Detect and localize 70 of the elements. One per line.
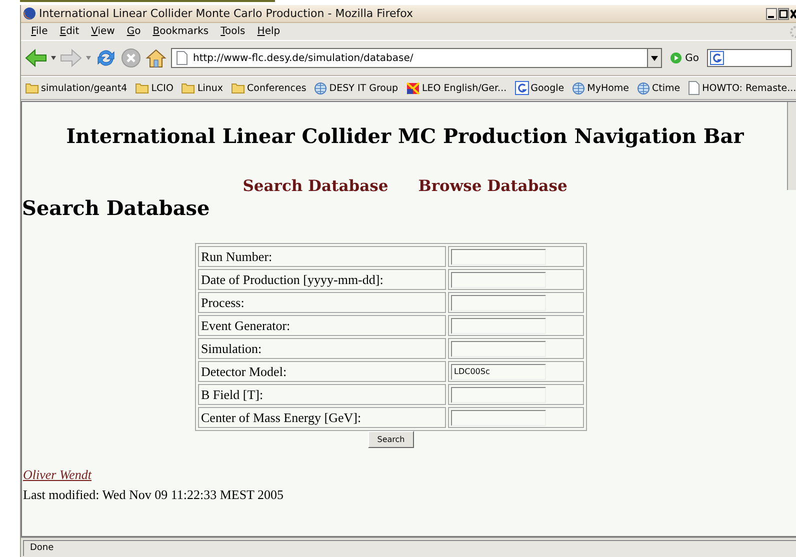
field-label: Run Number:	[198, 246, 446, 267]
field-label: Event Generator:	[198, 315, 446, 336]
globe-icon	[637, 82, 650, 94]
field-label: Detector Model:	[198, 361, 446, 382]
input-field[interactable]	[451, 386, 546, 402]
menu-item[interactable]: File	[25, 25, 54, 38]
stop-icon[interactable]	[121, 48, 141, 68]
input-field[interactable]	[451, 410, 546, 426]
bookmark-item[interactable]: MyHome	[572, 82, 630, 94]
input-field[interactable]: LDC00Sc	[451, 364, 546, 380]
status-text: Done	[23, 540, 796, 556]
address-dropdown[interactable]	[647, 48, 662, 68]
home-icon[interactable]	[145, 47, 167, 69]
globe-icon	[572, 82, 586, 94]
google-icon	[710, 51, 724, 65]
bookmark-item[interactable]: DESY IT Group	[314, 82, 398, 94]
maximize-icon[interactable]	[778, 8, 789, 20]
banner-title: International Linear Collider MC Production Navigation Bar	[65, 124, 745, 148]
nav-link[interactable]: Browse Database	[418, 176, 568, 195]
bookmark-item[interactable]: Ctime	[637, 82, 680, 94]
menu-item[interactable]: Tools	[214, 25, 252, 38]
input-field[interactable]	[451, 294, 546, 310]
bookmark-item[interactable]: HOWTO: Remaste...	[688, 81, 796, 95]
bookmark-item[interactable]: Conferences	[231, 82, 306, 94]
folder-icon	[181, 82, 196, 94]
bookmark-item[interactable]: Linux	[181, 82, 224, 94]
search-field[interactable]	[707, 49, 792, 67]
menu-item[interactable]: Help	[251, 25, 286, 38]
window-title: International Linear Collider Monte Carlo Production - Mozilla Firefox	[39, 7, 414, 20]
back-arrow-icon[interactable]	[25, 48, 47, 68]
menu-item[interactable]: Bookmarks	[146, 25, 215, 38]
field-label: B Field [T]:	[198, 384, 446, 405]
field-label: Process:	[198, 292, 446, 313]
field-label: Date of Production [yyyy-mm-dd]:	[198, 269, 446, 290]
address-field[interactable]: http://www-flc.desy.de/simulation/database/	[171, 48, 648, 68]
scrollbar[interactable]	[787, 102, 796, 190]
author-link[interactable]: Oliver Wendt	[23, 467, 92, 482]
google-icon	[514, 81, 529, 95]
input-field[interactable]	[451, 272, 546, 288]
bookmark-item[interactable]: Google	[514, 81, 564, 95]
menu-item[interactable]: Go	[120, 25, 147, 38]
section-heading: Search Database	[22, 195, 211, 221]
input-field[interactable]	[451, 340, 546, 356]
close-icon[interactable]	[790, 8, 796, 20]
folder-icon	[25, 82, 39, 94]
globe-icon	[314, 82, 328, 94]
field-label: Simulation:	[198, 338, 446, 359]
folder-icon	[135, 82, 150, 94]
menu-item[interactable]: Edit	[54, 25, 86, 38]
firefox-icon	[23, 7, 36, 20]
input-field[interactable]	[451, 318, 546, 334]
dropdown-icon[interactable]	[51, 56, 56, 60]
bookmark-item[interactable]: LCIO	[135, 82, 174, 94]
nav-link[interactable]: Search Database	[242, 176, 388, 195]
bookmark-item[interactable]: simulation/geant4	[25, 82, 128, 94]
menu-item[interactable]: View	[85, 25, 121, 38]
last-modified-text: Last modified: Wed Nov 09 11:22:33 MEST 2005	[23, 486, 285, 504]
bookmark-item[interactable]: LEO English/Ger...	[406, 82, 507, 94]
field-label: Center of Mass Energy [GeV]:	[198, 407, 446, 428]
flag-icon	[406, 82, 420, 94]
minimize-icon[interactable]	[766, 8, 777, 20]
page-icon	[688, 81, 700, 95]
folder-icon	[231, 82, 246, 94]
throbber-icon	[788, 24, 796, 38]
caret-icon	[651, 56, 658, 60]
page-icon	[176, 51, 188, 65]
search-button[interactable]: Search	[368, 431, 414, 448]
go-button[interactable]: Go	[666, 50, 703, 66]
go-icon	[670, 52, 682, 64]
input-field[interactable]	[451, 248, 546, 264]
